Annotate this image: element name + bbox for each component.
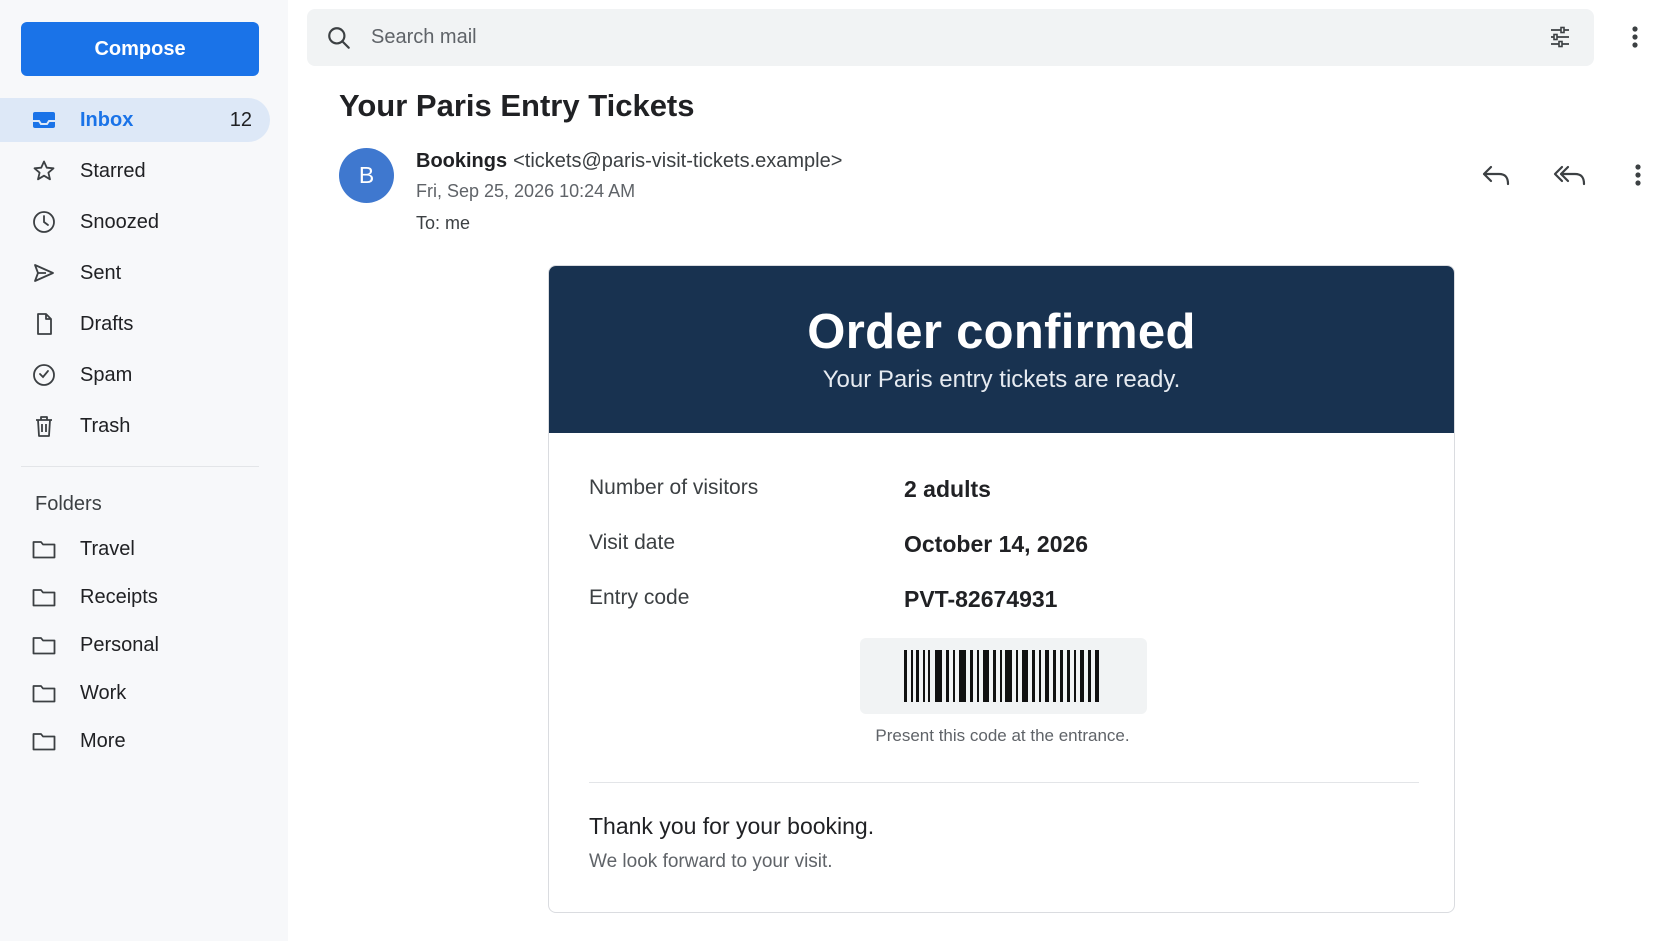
sidebar-item-label: Inbox <box>80 108 134 131</box>
more-options-icon[interactable] <box>1620 22 1650 52</box>
sidebar-item-label: Trash <box>80 414 131 437</box>
unread-count: 12 <box>229 108 252 131</box>
ticket-row-label: Number of visitors <box>589 476 759 499</box>
closing-text: We look forward to your visit. <box>589 851 833 872</box>
email-subject: Your Paris Entry Tickets <box>339 88 695 123</box>
search-input[interactable] <box>369 25 1469 50</box>
sidebar-item-trash[interactable]: Trash <box>0 404 270 448</box>
ticket-row-label: Entry code <box>589 586 690 609</box>
spam-icon <box>32 363 56 387</box>
folder-icon <box>32 585 56 609</box>
search-options-icon[interactable] <box>1546 23 1574 51</box>
sidebar-divider <box>21 466 259 467</box>
sidebar-item-label: Drafts <box>80 312 134 335</box>
reply-icon[interactable] <box>1479 158 1513 192</box>
ticket-row-entry-code: Entry code PVT-82674931 <box>589 586 1057 613</box>
folder-label: Work <box>80 681 127 704</box>
mail-app: Compose Inbox 12 Starred Snoozed Sent Dr… <box>0 0 1672 941</box>
sidebar-item-label: Sent <box>80 261 122 284</box>
folder-item-receipts[interactable]: Receipts <box>0 575 270 619</box>
folders-heading: Folders <box>35 493 102 515</box>
sidebar-item-sent[interactable]: Sent <box>0 251 270 295</box>
search-icon[interactable] <box>325 24 353 52</box>
sender-avatar: B <box>339 148 394 203</box>
ticket-card-header: Order confirmed Your Paris entry tickets… <box>549 266 1454 433</box>
folders-list: Travel Receipts Personal Work More <box>0 527 288 767</box>
ticket-row-label: Visit date <box>589 531 675 554</box>
folder-label: More <box>80 729 126 752</box>
folder-item-more[interactable]: More <box>0 719 270 763</box>
send-icon <box>32 261 56 285</box>
barcode-icon <box>903 650 1099 702</box>
ticket-card: Order confirmed Your Paris entry tickets… <box>548 265 1455 913</box>
compose-button[interactable]: Compose <box>21 22 259 76</box>
star-icon <box>32 159 56 183</box>
folder-item-work[interactable]: Work <box>0 671 270 715</box>
folder-icon <box>32 537 56 561</box>
sender-name: Bookings <box>416 150 508 172</box>
clock-icon <box>32 210 56 234</box>
ticket-subtitle: Your Paris entry tickets are ready. <box>822 366 1181 393</box>
thanks-text: Thank you for your booking. <box>589 813 875 839</box>
sidebar-item-label: Snoozed <box>80 210 159 233</box>
reply-all-icon[interactable] <box>1553 158 1587 192</box>
ticket-row-visitors: Number of visitors 2 adults <box>589 476 991 503</box>
folder-icon <box>32 633 56 657</box>
ticket-row-value: PVT-82674931 <box>904 586 1058 612</box>
sender-email: <tickets@paris-visit-tickets.example> <box>513 150 843 172</box>
draft-icon <box>32 312 56 336</box>
ticket-row-value: 2 adults <box>904 476 991 502</box>
inbox-icon <box>32 108 56 132</box>
barcode <box>860 638 1147 714</box>
sidebar-item-spam[interactable]: Spam <box>0 353 270 397</box>
folder-label: Travel <box>80 537 135 560</box>
trash-icon <box>32 414 56 438</box>
sidebar-item-drafts[interactable]: Drafts <box>0 302 270 346</box>
ticket-row-visit-date: Visit date October 14, 2026 <box>589 531 1088 558</box>
sidebar-item-label: Starred <box>80 159 146 182</box>
folder-item-personal[interactable]: Personal <box>0 623 270 667</box>
sidebar-item-snoozed[interactable]: Snoozed <box>0 200 270 244</box>
folder-icon <box>32 729 56 753</box>
ticket-title: Order confirmed <box>807 305 1196 359</box>
folder-label: Receipts <box>80 585 158 608</box>
sidebar-nav: Inbox 12 Starred Snoozed Sent Drafts Spa… <box>0 98 288 455</box>
ticket-row-value: October 14, 2026 <box>904 531 1089 557</box>
sidebar-item-inbox[interactable]: Inbox 12 <box>0 98 270 142</box>
email-date: Fri, Sep 25, 2026 10:24 AM <box>416 181 636 201</box>
folder-item-travel[interactable]: Travel <box>0 527 270 571</box>
message-more-icon[interactable] <box>1621 158 1655 192</box>
card-divider <box>589 782 1419 783</box>
sidebar-item-label: Spam <box>80 363 133 386</box>
search-bar <box>307 9 1594 66</box>
sidebar: Compose Inbox 12 Starred Snoozed Sent Dr… <box>0 0 288 941</box>
barcode-note: Present this code at the entrance. <box>875 726 1130 745</box>
sender-line: Bookings <tickets@paris-visit-tickets.exa… <box>416 150 842 173</box>
email-recipient: To: me <box>416 213 471 233</box>
folder-icon <box>32 681 56 705</box>
sidebar-item-starred[interactable]: Starred <box>0 149 270 193</box>
folder-label: Personal <box>80 633 159 656</box>
